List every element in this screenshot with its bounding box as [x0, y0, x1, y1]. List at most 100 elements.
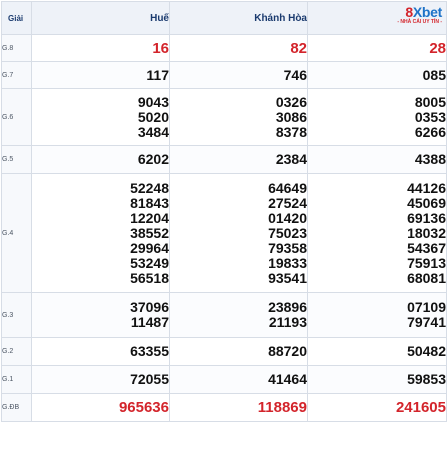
- result-number: 75023: [268, 224, 307, 241]
- result-number: 81843: [130, 194, 169, 211]
- result-cell: 41464: [169, 365, 308, 394]
- prize-row-g5: G.5 6202 2384 4388: [1, 145, 447, 174]
- result-number: 72055: [130, 371, 169, 387]
- result-number: 41464: [268, 371, 307, 387]
- result-number: 746: [283, 66, 307, 83]
- lottery-results-table: Giải Huế Khánh Hòa 8Xbet - NHÀ CÁI UY TÍ…: [1, 1, 447, 422]
- result-number: 07109: [407, 299, 446, 315]
- prize-label: G.7: [1, 61, 32, 89]
- prize-label: G.6: [1, 88, 32, 146]
- result-cell: 88720: [169, 337, 308, 366]
- result-cell: 63355: [31, 337, 170, 366]
- result-number: 23896: [268, 299, 307, 315]
- result-number: 45069: [407, 194, 446, 211]
- 8xbet-logo[interactable]: 8Xbet - NHÀ CÁI UY TÍN -: [397, 5, 442, 25]
- result-cell: 37096 11487: [31, 292, 170, 338]
- result-cell: 241605: [307, 393, 447, 422]
- result-number: 52248: [130, 179, 169, 196]
- prize-label: G.4: [1, 173, 32, 293]
- result-cell: 52248 81843 12204 38552 29964 53249 5651…: [31, 173, 170, 293]
- prize-row-special: G.ĐB 965636 118869 241605: [1, 393, 447, 422]
- result-number: 56518: [130, 269, 169, 286]
- prize-label: G.3: [1, 292, 32, 338]
- result-cell: 8005 0353 6266: [307, 88, 447, 146]
- result-number: 11487: [130, 314, 169, 330]
- result-number: 0326: [275, 93, 307, 110]
- prize-row-g2: G.2 63355 88720 50482: [1, 337, 447, 366]
- prize-label: G.8: [1, 34, 32, 62]
- result-number: 8005: [414, 93, 446, 110]
- result-number: 53249: [130, 254, 169, 271]
- result-cell: 746: [169, 61, 308, 89]
- result-cell: 82: [169, 34, 308, 62]
- result-number: 69136: [407, 209, 446, 226]
- province-header-hue[interactable]: Huế: [31, 1, 170, 35]
- result-cell: 07109 79741: [307, 292, 447, 338]
- result-number: 29964: [130, 239, 169, 256]
- result-number: 6202: [137, 151, 169, 167]
- result-number: 0353: [414, 108, 446, 125]
- result-cell: 2384: [169, 145, 308, 174]
- result-number: 88720: [268, 343, 307, 359]
- result-number: 4388: [414, 151, 446, 167]
- result-cell: 64649 27524 01420 75023 79358 19833 9354…: [169, 173, 308, 293]
- result-cell: 59853: [307, 365, 447, 394]
- result-number: 37096: [130, 299, 169, 315]
- result-number: 27524: [268, 194, 307, 211]
- result-number: 16: [152, 39, 169, 57]
- result-number: 50482: [407, 343, 446, 359]
- prize-row-g3: G.3 37096 11487 23896 21193 07109 79741: [1, 292, 447, 338]
- result-number: 085: [422, 66, 446, 83]
- result-cell: 28: [307, 34, 447, 62]
- result-cell: 50482: [307, 337, 447, 366]
- result-number: 28: [429, 39, 446, 57]
- result-number: 6266: [414, 123, 446, 140]
- prize-row-g1: G.1 72055 41464 59853: [1, 365, 447, 394]
- result-number: 9043: [137, 93, 169, 110]
- result-cell: 117: [31, 61, 170, 89]
- result-number: 38552: [130, 224, 169, 241]
- prize-label: G.ĐB: [1, 393, 32, 422]
- result-number: 64649: [268, 179, 307, 196]
- special-result-number: 965636: [118, 399, 169, 416]
- result-number: 12204: [130, 209, 169, 226]
- result-cell: 965636: [31, 393, 170, 422]
- prize-label: G.1: [1, 365, 32, 394]
- result-number: 19833: [268, 254, 307, 271]
- prize-row-g6: G.6 9043 5020 3484 0326 3086 8378 8005 0…: [1, 88, 447, 146]
- result-number: 54367: [407, 239, 446, 256]
- result-number: 79741: [407, 314, 446, 330]
- prize-label: G.2: [1, 337, 32, 366]
- giai-header: Giải: [1, 1, 32, 35]
- result-number: 2384: [275, 151, 307, 167]
- result-number: 68081: [407, 269, 446, 286]
- result-cell: 4388: [307, 145, 447, 174]
- prize-row-g8: G.8 16 82 28: [1, 34, 447, 62]
- result-cell: 118869: [169, 393, 308, 422]
- header-row: Giải Huế Khánh Hòa 8Xbet - NHÀ CÁI UY TÍ…: [1, 1, 447, 35]
- result-cell: 16: [31, 34, 170, 62]
- result-number: 3484: [137, 123, 169, 140]
- result-number: 82: [290, 39, 307, 57]
- result-number: 93541: [268, 269, 307, 286]
- brand-header: 8Xbet - NHÀ CÁI UY TÍN -: [307, 1, 447, 35]
- result-cell: 23896 21193: [169, 292, 308, 338]
- result-number: 117: [146, 66, 169, 83]
- result-cell: 72055: [31, 365, 170, 394]
- result-number: 75913: [407, 254, 446, 271]
- result-number: 44126: [407, 179, 446, 196]
- result-number: 01420: [268, 209, 307, 226]
- result-number: 21193: [268, 314, 307, 330]
- province-header-khanh-hoa[interactable]: Khánh Hòa: [169, 1, 308, 35]
- result-cell: 085: [307, 61, 447, 89]
- result-number: 5020: [137, 108, 169, 125]
- result-cell: 44126 45069 69136 18032 54367 75913 6808…: [307, 173, 447, 293]
- special-result-number: 241605: [395, 399, 446, 416]
- prize-row-g7: G.7 117 746 085: [1, 61, 447, 89]
- result-number: 79358: [268, 239, 307, 256]
- prize-row-g4: G.4 52248 81843 12204 38552 29964 53249 …: [1, 173, 447, 293]
- result-cell: 0326 3086 8378: [169, 88, 308, 146]
- result-number: 59853: [407, 371, 446, 387]
- result-cell: 6202: [31, 145, 170, 174]
- result-cell: 9043 5020 3484: [31, 88, 170, 146]
